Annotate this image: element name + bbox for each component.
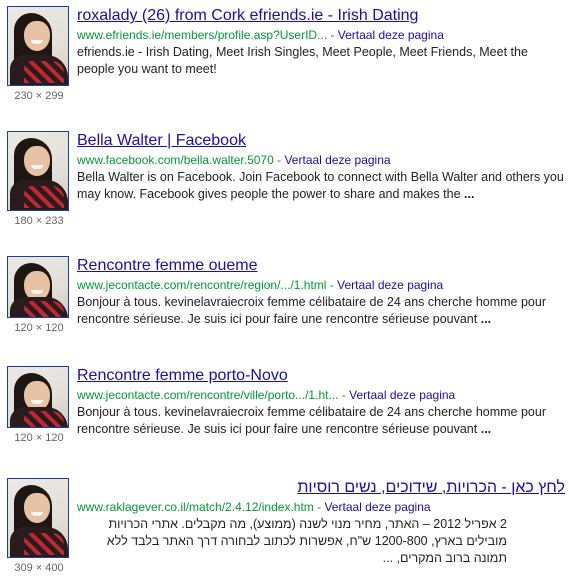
result-url: www.jecontacte.com/rencontre/region/.../…	[77, 278, 327, 292]
result-url: www.facebook.com/bella.walter.5070	[77, 153, 274, 167]
result-thumbnail[interactable]	[7, 478, 69, 558]
result-body: Rencontre femme oueme www.jecontacte.com…	[77, 256, 565, 328]
result-url: www.raklagever.co.il/match/2.4.12/index.…	[77, 500, 314, 514]
translate-link[interactable]: Vertaal deze pagina	[324, 500, 430, 514]
result-body: Rencontre femme porto-Novo www.jecontact…	[77, 366, 565, 438]
result-url-line: www.jecontacte.com/rencontre/region/.../…	[77, 278, 444, 292]
snippet-ellipsis: ...	[464, 187, 475, 201]
result-url: www.efriends.ie/members/profile.asp?User…	[77, 28, 328, 42]
translate-link[interactable]: Vertaal deze pagina	[338, 28, 444, 42]
result-snippet: efriends.ie - Irish Dating, Meet Irish S…	[77, 45, 528, 76]
result-body: roxalady (26) from Cork efriends.ie - Ir…	[77, 6, 565, 78]
thumbnail-column: 230 × 299	[7, 6, 71, 102]
image-dimensions: 230 × 299	[14, 90, 64, 102]
result-snippet: 2 אפריל 2012 – האתר, מחיר מנוי לשנה (ממו…	[106, 517, 507, 565]
result-thumbnail[interactable]	[7, 366, 69, 428]
image-dimensions: 309 × 400	[14, 562, 64, 574]
result-snippet: Bella Walter is on Facebook. Join Facebo…	[77, 170, 564, 201]
result-thumbnail[interactable]	[7, 131, 69, 211]
thumbnail-column: 120 × 120	[7, 256, 71, 334]
thumbnail-column: 180 × 233	[7, 131, 71, 227]
result-thumbnail[interactable]	[7, 256, 69, 318]
image-dimensions: 180 × 233	[14, 215, 64, 227]
result-title-link[interactable]: Rencontre femme oueme	[77, 256, 565, 276]
translate-link[interactable]: Vertaal deze pagina	[349, 388, 455, 402]
result-url-line: www.efriends.ie/members/profile.asp?User…	[77, 28, 444, 42]
result-snippet: Bonjour à tous. kevinelavraiecroix femme…	[77, 295, 546, 326]
result-url-line: www.facebook.com/bella.walter.5070 - Ver…	[77, 153, 391, 167]
snippet-ellipsis: ...	[480, 422, 492, 436]
thumbnail-column: 309 × 400	[7, 478, 71, 574]
result-body: לחץ כאן - הכרויות, שידוכים, נשים רוסיות …	[77, 478, 565, 567]
image-dimensions: 120 × 120	[14, 322, 64, 334]
result-thumbnail[interactable]	[7, 6, 69, 86]
image-dimensions: 120 × 120	[14, 432, 64, 444]
snippet-ellipsis: ...	[480, 312, 492, 326]
result-snippet: Bonjour à tous. kevinelavraiecroix femme…	[77, 405, 546, 436]
result-title-link[interactable]: Rencontre femme porto-Novo	[77, 366, 565, 386]
result-title-link[interactable]: Bella Walter | Facebook	[77, 131, 565, 151]
result-url-line: www.jecontacte.com/rencontre/ville/porto…	[77, 388, 456, 402]
result-url-line: www.raklagever.co.il/match/2.4.12/index.…	[77, 500, 431, 514]
thumbnail-column: 120 × 120	[7, 366, 71, 444]
translate-link[interactable]: Vertaal deze pagina	[337, 278, 443, 292]
translate-link[interactable]: Vertaal deze pagina	[284, 153, 390, 167]
result-body: Bella Walter | Facebook www.facebook.com…	[77, 131, 565, 203]
result-title-link[interactable]: roxalady (26) from Cork efriends.ie - Ir…	[77, 6, 565, 26]
result-title-link[interactable]: לחץ כאן - הכרויות, שידוכים, נשים רוסיות	[77, 478, 565, 498]
result-url: www.jecontacte.com/rencontre/ville/porto…	[77, 388, 339, 402]
